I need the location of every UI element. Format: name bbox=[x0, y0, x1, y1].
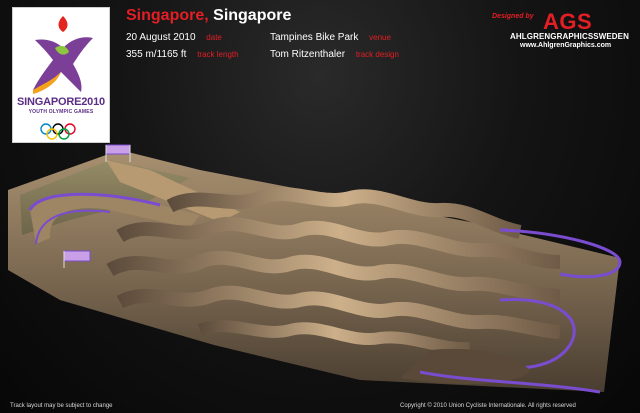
pump-track-render bbox=[8, 144, 622, 394]
track-disclaimer: Track layout may be subject to change bbox=[10, 403, 113, 409]
copyright-text: Copyright © 2010 Union Cycliste Internat… bbox=[400, 403, 576, 409]
